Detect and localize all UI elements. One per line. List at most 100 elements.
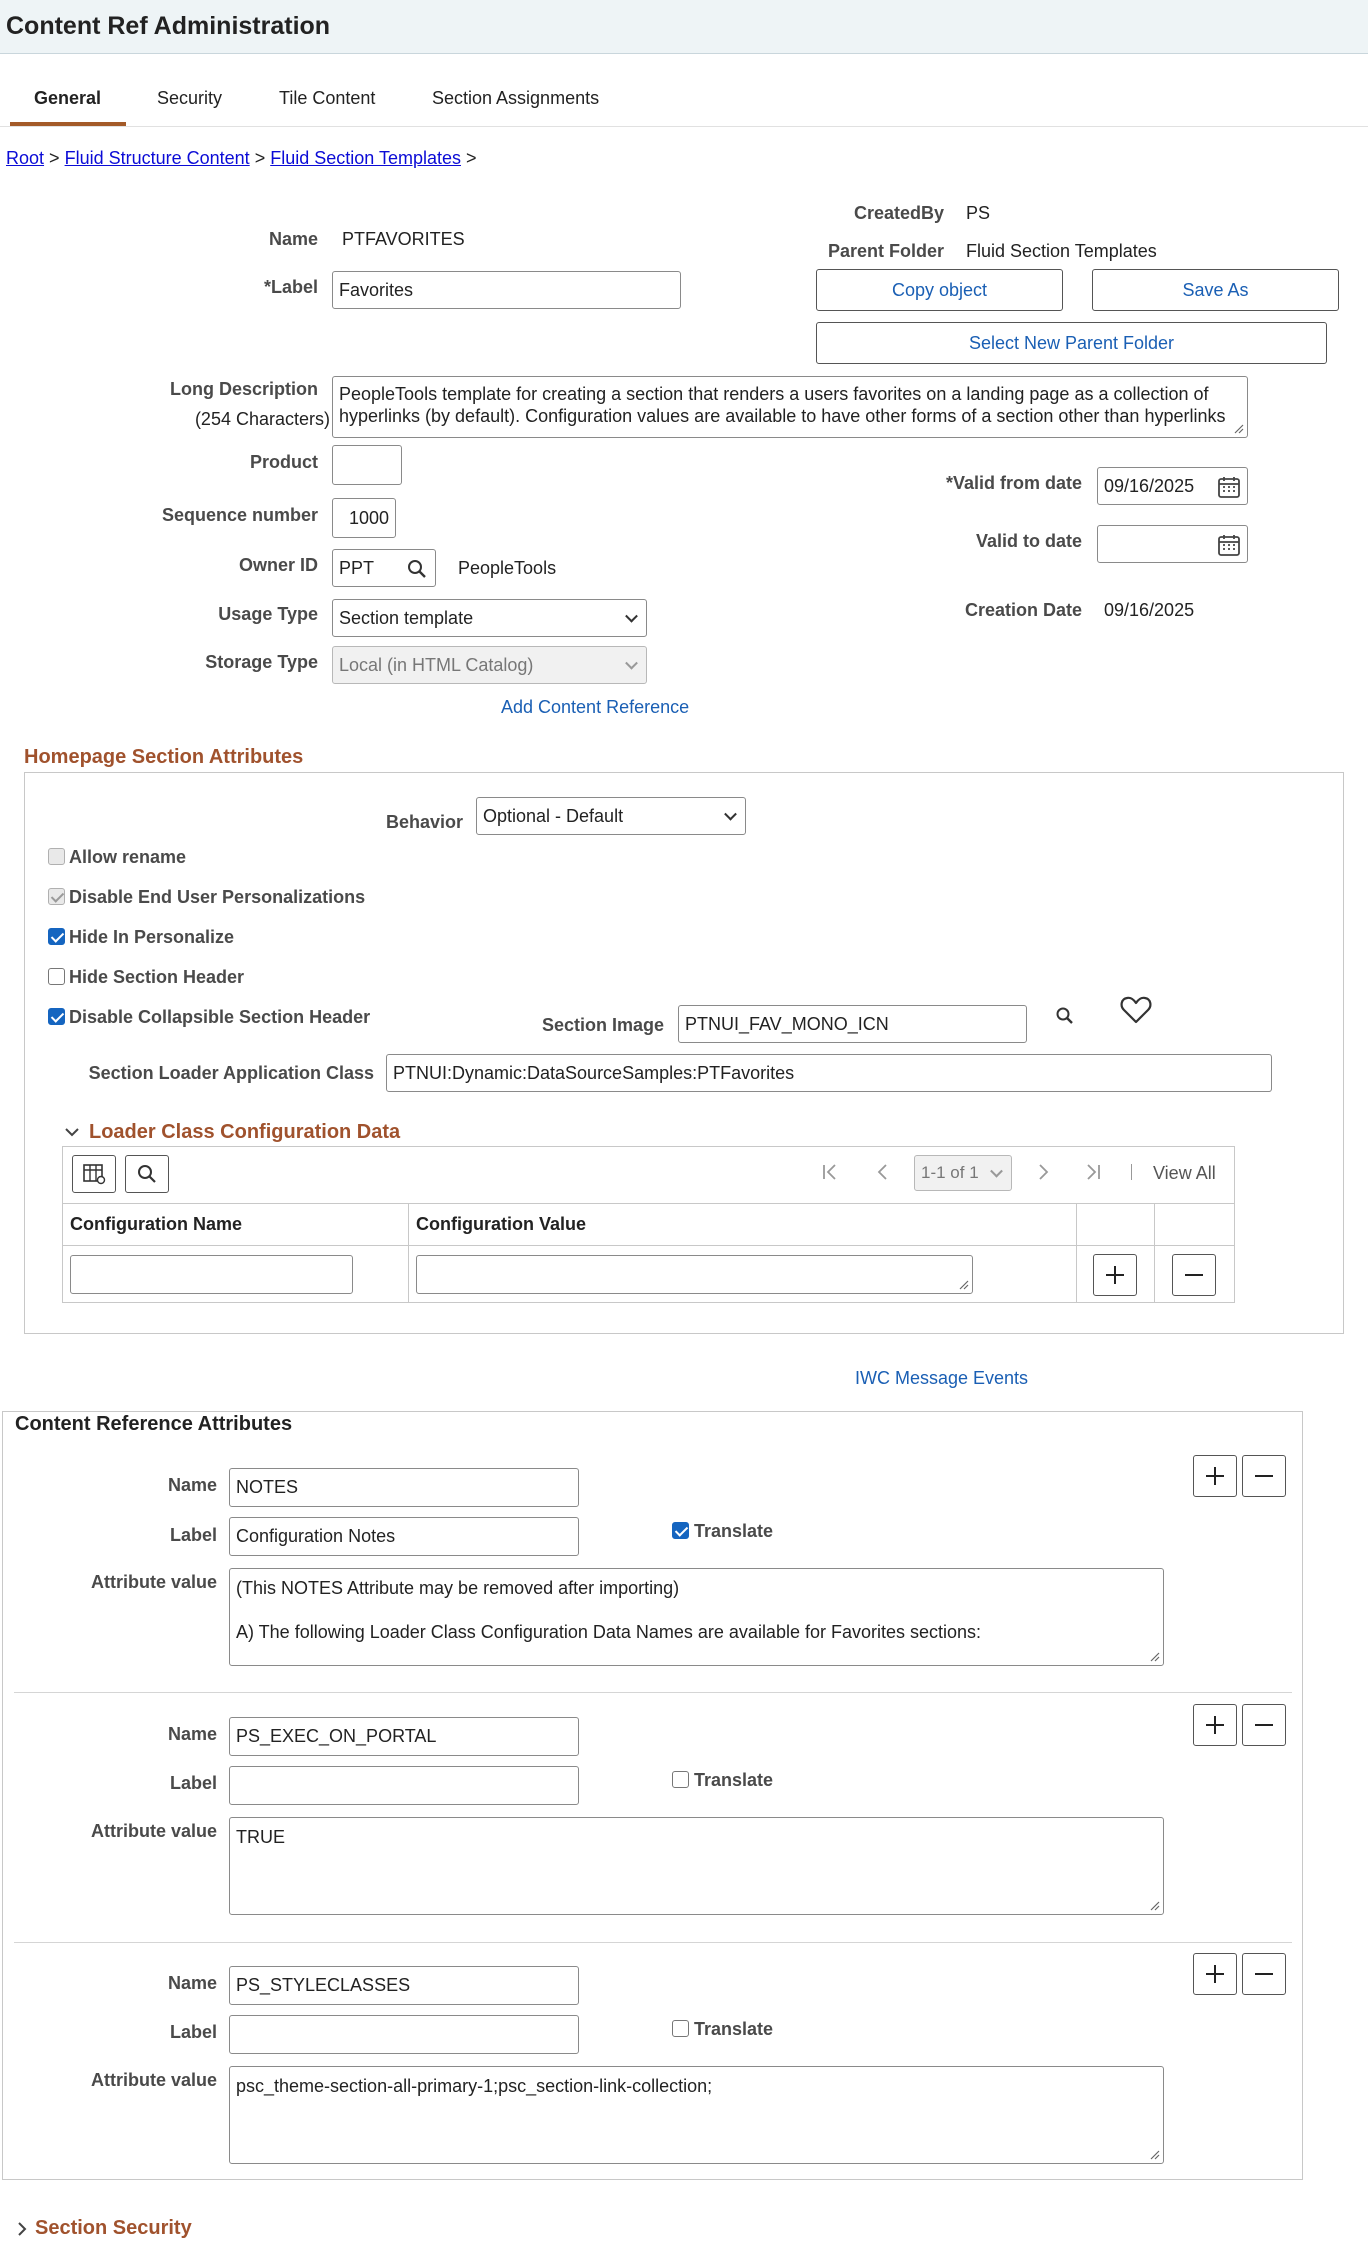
select-new-parent-folder-button[interactable]: Select New Parent Folder [816, 322, 1327, 364]
pager-separator [1131, 1164, 1132, 1180]
attr-value-textarea[interactable]: psc_theme-section-all-primary-1;psc_sect… [229, 2066, 1164, 2164]
attr-value-label: Attribute value [90, 1572, 217, 1592]
long-description-limit: (254 Characters) [194, 409, 330, 429]
section-image-label: Section Image [541, 1015, 664, 1035]
iwc-message-events-link[interactable]: IWC Message Events [855, 1368, 1028, 1389]
add-attribute-button[interactable] [1193, 1704, 1237, 1746]
long-description-label: Long Description [170, 379, 318, 399]
last-page-icon[interactable] [1083, 1162, 1103, 1182]
plus-icon [1206, 1965, 1224, 1983]
long-description-text: PeopleTools template for creating a sect… [339, 384, 1226, 426]
attr-value-textarea[interactable]: (This NOTES Attribute may be removed aft… [229, 1568, 1164, 1666]
translate-checkbox[interactable] [672, 2020, 689, 2037]
attr-value-line: (This NOTES Attribute may be removed aft… [236, 1578, 680, 1598]
loader-class-label: Section Loader Application Class [88, 1063, 374, 1083]
owner-input[interactable]: PPT [332, 549, 436, 587]
breadcrumb-root[interactable]: Root [6, 148, 44, 168]
row-range-select[interactable]: 1-1 of 1 [914, 1155, 1012, 1191]
heart-icon [1120, 996, 1152, 1024]
add-attribute-button[interactable] [1193, 1953, 1237, 1995]
behavior-value: Optional - Default [483, 805, 624, 826]
label-input[interactable]: Favorites [332, 271, 681, 309]
first-page-icon[interactable] [820, 1162, 840, 1182]
delete-attribute-button[interactable] [1242, 1953, 1286, 1995]
configuration-value-input[interactable] [416, 1255, 973, 1294]
parent-folder-value: Fluid Section Templates [966, 241, 1157, 261]
view-all-link[interactable]: View All [1153, 1163, 1216, 1184]
previous-page-icon[interactable] [873, 1162, 893, 1182]
attr-name-input[interactable]: PS_STYLECLASSES [229, 1966, 579, 2005]
translate-checkbox[interactable] [672, 1522, 689, 1539]
tab-security[interactable]: Security [157, 88, 222, 109]
configuration-name-input[interactable] [70, 1255, 353, 1294]
parent-folder-label: Parent Folder [827, 241, 944, 261]
attr-label-input[interactable] [229, 2015, 579, 2054]
resize-grip-icon[interactable] [1148, 2148, 1160, 2160]
grid-col-sep [1076, 1203, 1077, 1303]
loader-class-input[interactable]: PTNUI:Dynamic:DataSourceSamples:PTFavori… [386, 1054, 1272, 1092]
owner-description: PeopleTools [458, 558, 557, 578]
section-security-title[interactable]: Section Security [35, 2217, 192, 2240]
personalize-grid-button[interactable] [72, 1155, 116, 1193]
chevron-right-icon[interactable] [16, 2221, 28, 2237]
search-icon[interactable] [1055, 1006, 1075, 1026]
tab-section-assignments[interactable]: Section Assignments [432, 88, 599, 109]
product-input[interactable] [332, 445, 402, 485]
chevron-down-icon [625, 656, 638, 670]
attr-label-input[interactable]: Configuration Notes [229, 1517, 579, 1556]
plus-icon [1106, 1266, 1124, 1284]
valid-from-input[interactable]: 09/16/2025 [1097, 467, 1248, 505]
minus-icon [1185, 1274, 1203, 1276]
valid-to-input[interactable] [1097, 525, 1248, 563]
resize-grip-icon[interactable] [1232, 422, 1244, 434]
storage-type-value: Local (in HTML Catalog) [339, 654, 534, 675]
attr-value-label: Attribute value [90, 2070, 217, 2090]
loader-config-title[interactable]: Loader Class Configuration Data [89, 1121, 400, 1144]
breadcrumb-fluid-structure[interactable]: Fluid Structure Content [65, 148, 250, 168]
usage-type-select[interactable]: Section template [332, 599, 647, 637]
translate-checkbox[interactable] [672, 1771, 689, 1788]
attr-value-text: psc_theme-section-all-primary-1;psc_sect… [236, 2076, 713, 2096]
disable-collapsible-section-header-checkbox[interactable] [48, 1008, 65, 1025]
save-as-button[interactable]: Save As [1092, 269, 1339, 311]
add-content-reference-link[interactable]: Add Content Reference [501, 697, 689, 718]
valid-from-value: 09/16/2025 [1104, 475, 1195, 496]
resize-grip-icon[interactable] [1148, 1899, 1160, 1911]
content-reference-attributes-title: Content Reference Attributes [15, 1413, 293, 1435]
tab-tile-content[interactable]: Tile Content [279, 88, 375, 109]
breadcrumb-fluid-section-templates[interactable]: Fluid Section Templates [270, 148, 461, 168]
section-image-input[interactable]: PTNUI_FAV_MONO_ICN [678, 1005, 1027, 1043]
delete-row-button[interactable] [1172, 1254, 1216, 1296]
tab-general[interactable]: General [34, 88, 101, 109]
find-button[interactable] [125, 1155, 169, 1193]
resize-grip-icon[interactable] [1148, 1650, 1160, 1662]
attr-value-textarea[interactable]: TRUE [229, 1817, 1164, 1915]
hide-in-personalize-checkbox[interactable] [48, 928, 65, 945]
search-icon[interactable] [407, 559, 427, 579]
chevron-down-icon[interactable] [64, 1126, 80, 1138]
attr-name-label: Name [167, 1973, 217, 1993]
resize-grip-icon[interactable] [957, 1278, 969, 1290]
product-label: Product [249, 452, 318, 472]
calendar-icon[interactable] [1217, 533, 1241, 557]
calendar-icon[interactable] [1217, 475, 1241, 499]
attr-label-input[interactable] [229, 1766, 579, 1805]
add-row-button[interactable] [1093, 1254, 1137, 1296]
attr-name-input[interactable]: PS_EXEC_ON_PORTAL [229, 1717, 579, 1756]
add-attribute-button[interactable] [1193, 1455, 1237, 1497]
sequence-input[interactable]: 1000 [332, 498, 396, 538]
delete-attribute-button[interactable] [1242, 1704, 1286, 1746]
sequence-label: Sequence number [161, 505, 318, 525]
valid-to-label: Valid to date [975, 531, 1082, 551]
attr-name-input[interactable]: NOTES [229, 1468, 579, 1507]
translate-label: Translate [694, 1521, 774, 1541]
behavior-select[interactable]: Optional - Default [476, 797, 746, 835]
next-page-icon[interactable] [1033, 1162, 1053, 1182]
copy-object-button[interactable]: Copy object [816, 269, 1063, 311]
label-label: *Label [263, 277, 318, 297]
long-description-textarea[interactable]: PeopleTools template for creating a sect… [332, 376, 1248, 438]
delete-attribute-button[interactable] [1242, 1455, 1286, 1497]
createdby-label: CreatedBy [853, 203, 944, 223]
hide-section-header-checkbox[interactable] [48, 968, 65, 985]
name-value: PTFAVORITES [342, 229, 465, 249]
